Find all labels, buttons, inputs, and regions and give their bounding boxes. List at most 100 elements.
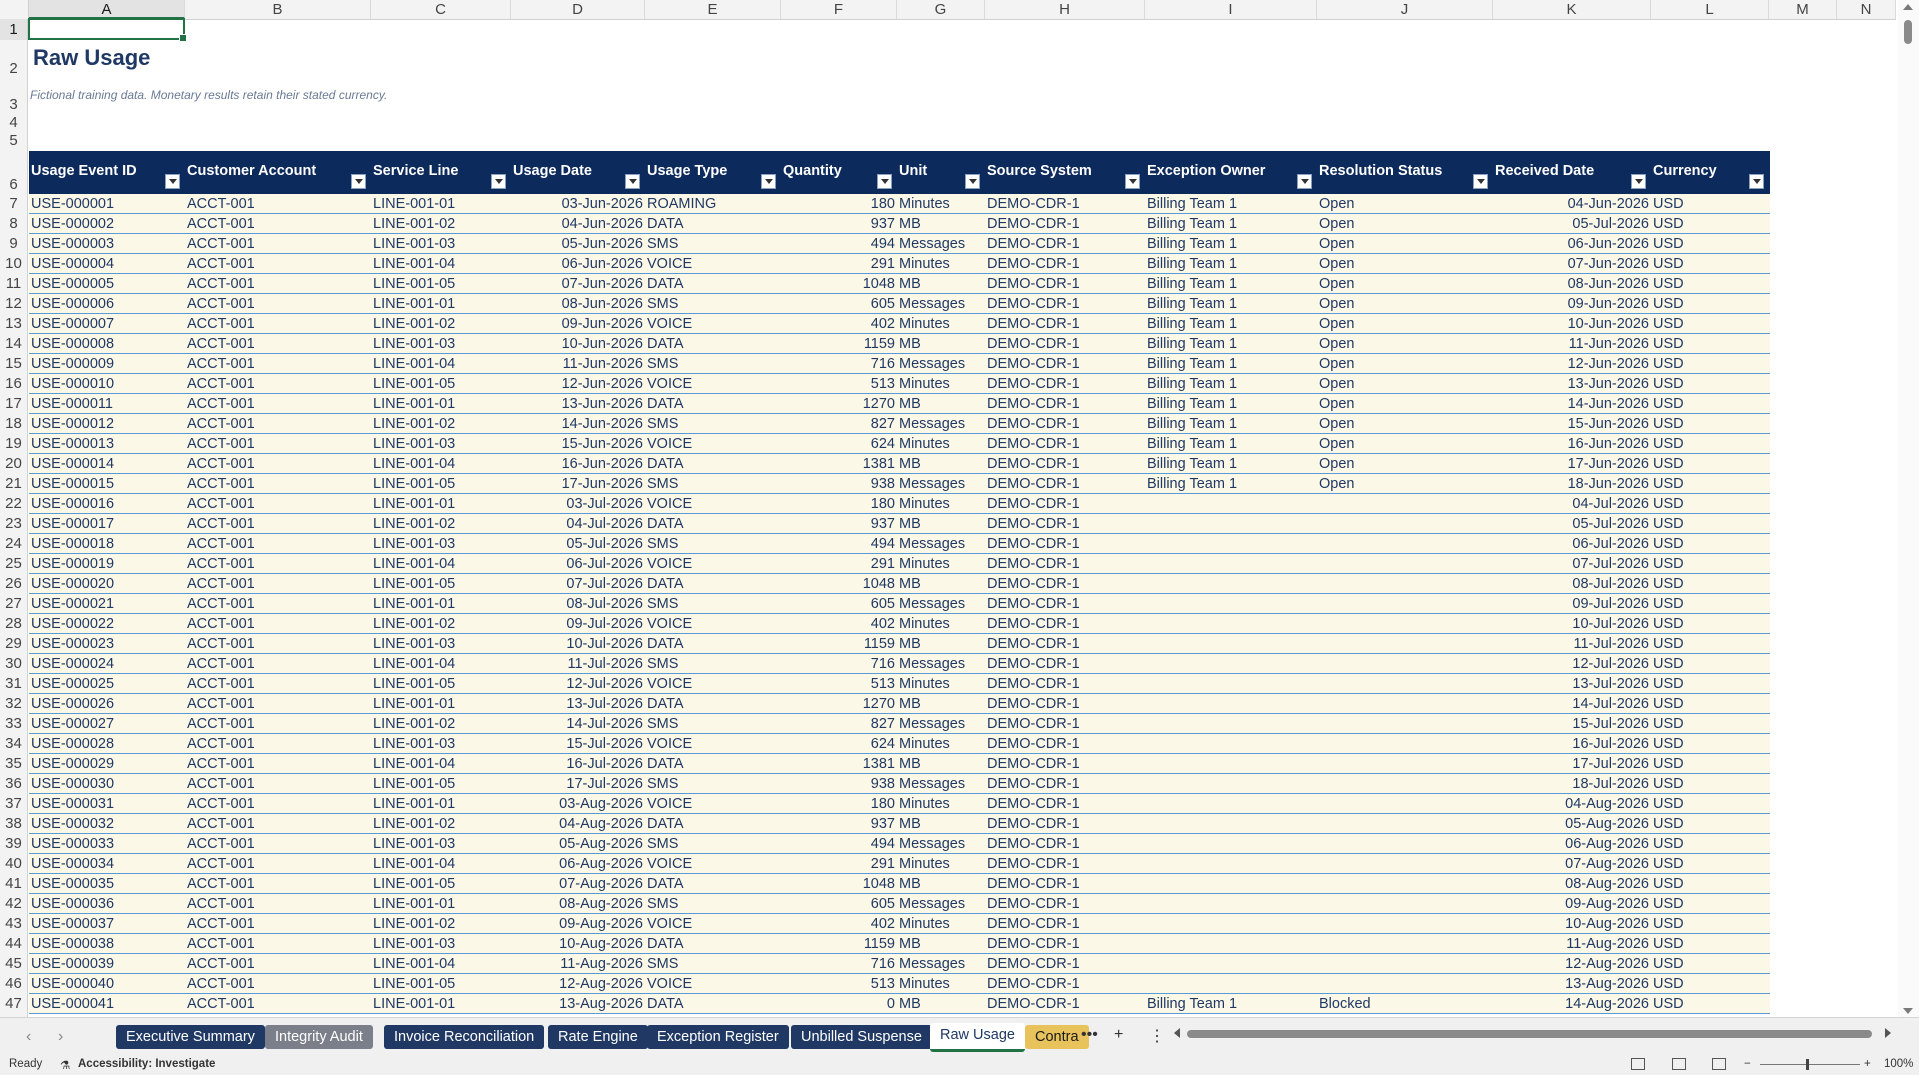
table-cell[interactable]: Minutes	[897, 794, 985, 814]
table-cell[interactable]: SMS	[645, 234, 781, 254]
table-cell[interactable]: 03-Aug-2026	[511, 794, 645, 814]
table-cell[interactable]: Billing Team 1	[1145, 254, 1317, 274]
table-cell[interactable]: 938	[781, 474, 897, 494]
table-cell[interactable]: SMS	[645, 954, 781, 974]
table-cell[interactable]: 17-Jun-2026	[1493, 454, 1651, 474]
table-cell[interactable]: Open	[1317, 334, 1493, 354]
table-cell[interactable]: 937	[781, 214, 897, 234]
table-cell[interactable]: 402	[781, 314, 897, 334]
table-cell[interactable]: Messages	[897, 834, 985, 854]
table-cell[interactable]: USE-000012	[29, 414, 185, 434]
table-cell[interactable]: 16-Jul-2026	[1493, 734, 1651, 754]
table-cell[interactable]: ACCT-001	[185, 534, 371, 554]
row-header-2[interactable]: 2	[0, 40, 28, 78]
accessibility-status[interactable]: Accessibility: Investigate	[78, 1058, 215, 1070]
scroll-down-arrow-icon[interactable]	[1903, 1008, 1913, 1014]
table-cell[interactable]: USD	[1651, 774, 1769, 794]
filter-dropdown-icon[interactable]	[1631, 174, 1646, 189]
table-cell[interactable]: DEMO-CDR-1	[985, 214, 1145, 234]
filter-dropdown-icon[interactable]	[351, 174, 366, 189]
table-cell[interactable]: LINE-001-02	[371, 314, 511, 334]
table-cell[interactable]: DEMO-CDR-1	[985, 414, 1145, 434]
table-cell[interactable]: LINE-001-04	[371, 654, 511, 674]
table-cell[interactable]: DEMO-CDR-1	[985, 834, 1145, 854]
table-cell[interactable]: MB	[897, 934, 985, 954]
table-cell[interactable]: DATA	[645, 274, 781, 294]
table-cell[interactable]: Minutes	[897, 974, 985, 994]
table-cell[interactable]: 06-Jun-2026	[1493, 234, 1651, 254]
row-header-13[interactable]: 13	[0, 314, 28, 334]
row-header-38[interactable]: 38	[0, 814, 28, 834]
table-cell[interactable]: USE-000032	[29, 814, 185, 834]
table-cell[interactable]: MB	[897, 874, 985, 894]
table-cell[interactable]: ACCT-001	[185, 274, 371, 294]
table-cell[interactable]: 1048	[781, 574, 897, 594]
table-cell[interactable]: USE-000023	[29, 634, 185, 654]
table-cell[interactable]: ACCT-001	[185, 714, 371, 734]
table-cell[interactable]: DEMO-CDR-1	[985, 914, 1145, 934]
table-cell[interactable]: DATA	[645, 634, 781, 654]
table-cell[interactable]: DEMO-CDR-1	[985, 234, 1145, 254]
table-cell[interactable]: LINE-001-04	[371, 254, 511, 274]
table-cell[interactable]: USE-000037	[29, 914, 185, 934]
table-cell[interactable]: USD	[1651, 574, 1769, 594]
table-cell[interactable]: Minutes	[897, 374, 985, 394]
row-header-14[interactable]: 14	[0, 334, 28, 354]
table-cell[interactable]: ACCT-001	[185, 934, 371, 954]
table-cell[interactable]: MB	[897, 634, 985, 654]
row-header-15[interactable]: 15	[0, 354, 28, 374]
table-cell[interactable]: DEMO-CDR-1	[985, 314, 1145, 334]
table-cell[interactable]: USD	[1651, 334, 1769, 354]
table-cell[interactable]: 07-Aug-2026	[511, 874, 645, 894]
zoom-out-button[interactable]: −	[1744, 1058, 1751, 1070]
table-cell[interactable]: ACCT-001	[185, 374, 371, 394]
table-cell[interactable]: DATA	[645, 874, 781, 894]
horizontal-scroll-thumb[interactable]	[1187, 1030, 1872, 1038]
row-header-21[interactable]: 21	[0, 474, 28, 494]
table-cell[interactable]: USE-000028	[29, 734, 185, 754]
column-header-a[interactable]: A	[29, 0, 185, 19]
table-cell[interactable]: ACCT-001	[185, 574, 371, 594]
next-sheet-arrow-icon[interactable]: ›	[58, 1028, 63, 1046]
table-cell[interactable]: Billing Team 1	[1145, 214, 1317, 234]
table-cell[interactable]: VOICE	[645, 434, 781, 454]
table-cell[interactable]: 07-Jul-2026	[1493, 554, 1651, 574]
table-cell[interactable]: 07-Jun-2026	[1493, 254, 1651, 274]
sheet-options-button[interactable]: ⋮	[1149, 1026, 1165, 1046]
scroll-up-arrow-icon[interactable]	[1903, 4, 1913, 10]
table-cell[interactable]: ACCT-001	[185, 954, 371, 974]
table-cell[interactable]: Billing Team 1	[1145, 294, 1317, 314]
table-cell[interactable]: USE-000011	[29, 394, 185, 414]
table-cell[interactable]: USE-000038	[29, 934, 185, 954]
table-cell[interactable]: 1048	[781, 274, 897, 294]
table-cell[interactable]: ACCT-001	[185, 494, 371, 514]
table-cell[interactable]: ACCT-001	[185, 514, 371, 534]
table-cell[interactable]: Open	[1317, 434, 1493, 454]
column-header-l[interactable]: L	[1651, 0, 1769, 19]
table-cell[interactable]: DATA	[645, 394, 781, 414]
table-cell[interactable]: USE-000027	[29, 714, 185, 734]
table-cell[interactable]: USE-000029	[29, 754, 185, 774]
table-cell[interactable]: LINE-001-01	[371, 494, 511, 514]
table-cell[interactable]: 1381	[781, 754, 897, 774]
row-header-41[interactable]: 41	[0, 874, 28, 894]
table-cell[interactable]: USE-000036	[29, 894, 185, 914]
table-cell[interactable]: USD	[1651, 354, 1769, 374]
row-header-19[interactable]: 19	[0, 434, 28, 454]
table-cell[interactable]: 716	[781, 654, 897, 674]
table-cell[interactable]: 09-Aug-2026	[511, 914, 645, 934]
table-cell[interactable]: ACCT-001	[185, 694, 371, 714]
table-cell[interactable]: 1159	[781, 934, 897, 954]
table-cell[interactable]: 11-Jun-2026	[511, 354, 645, 374]
table-cell[interactable]: USD	[1651, 874, 1769, 894]
table-cell[interactable]: SMS	[645, 594, 781, 614]
table-cell[interactable]: 14-Aug-2026	[1493, 994, 1651, 1014]
table-cell[interactable]: MB	[897, 754, 985, 774]
table-cell[interactable]: 605	[781, 294, 897, 314]
table-cell[interactable]: LINE-001-01	[371, 794, 511, 814]
table-cell[interactable]: 1270	[781, 694, 897, 714]
table-cell[interactable]: 0	[781, 994, 897, 1014]
table-cell[interactable]: USD	[1651, 274, 1769, 294]
table-cell[interactable]: ACCT-001	[185, 454, 371, 474]
filter-dropdown-icon[interactable]	[761, 174, 776, 189]
